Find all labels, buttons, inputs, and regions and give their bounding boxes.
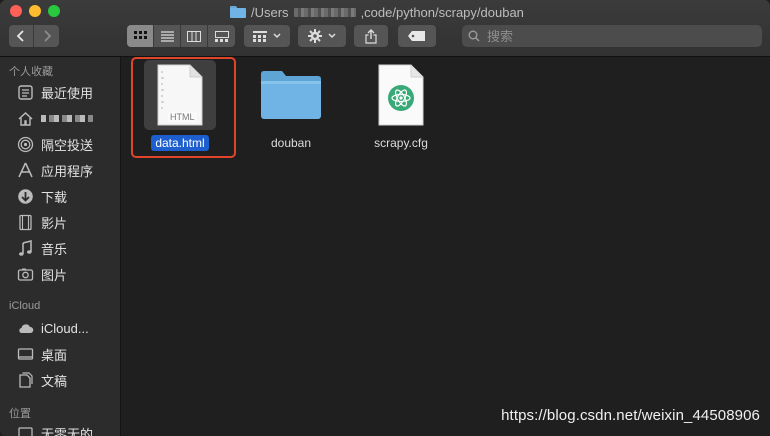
file-thumbnail (255, 60, 327, 130)
sidebar-item-music[interactable]: 音乐 (16, 238, 120, 258)
sidebar-item-desktop[interactable]: 桌面 (16, 344, 120, 364)
sidebar-item-network[interactable]: 无零无的 (16, 423, 120, 436)
sidebar-item-documents[interactable]: 文稿 (16, 370, 120, 390)
list-view-button[interactable] (154, 25, 181, 47)
atom-file-icon (378, 64, 424, 126)
documents-icon (16, 371, 34, 389)
icloud-header: iCloud (9, 300, 41, 312)
pictures-icon (16, 265, 34, 283)
tags-button[interactable] (398, 25, 436, 47)
grid-icon (133, 30, 147, 39)
toolbar: /Users ,code/python/scrapy/douban (0, 0, 770, 57)
file-name: douban (270, 136, 312, 150)
icon-view-button[interactable] (127, 25, 154, 47)
file-item-douban[interactable]: douban (246, 60, 336, 151)
view-mode-control (127, 25, 235, 47)
sidebar-item-label: 音乐 (41, 241, 68, 257)
share-button[interactable] (354, 25, 388, 47)
favorites-header: 个人收藏 (9, 66, 53, 78)
sidebar-item-icloud-drive[interactable]: iCloud... (16, 318, 120, 338)
file-type-badge: HTML (168, 112, 197, 122)
minimize-button[interactable] (29, 5, 41, 17)
folder-icon (230, 6, 246, 18)
sidebar-item-downloads[interactable]: 下载 (16, 186, 120, 206)
applications-icon (16, 161, 34, 179)
sidebar-item-home[interactable] (16, 108, 120, 128)
forward-button[interactable] (34, 25, 59, 47)
title-suffix: ,code/python/scrapy/douban (360, 4, 524, 20)
locations-header: 位置 (9, 408, 31, 420)
group-by-button[interactable] (244, 25, 290, 47)
file-item-data-html[interactable]: data.html (135, 60, 225, 151)
file-browser: data.html douban scrapy.cfg (121, 57, 770, 436)
window-title: /Users ,code/python/scrapy/douban (230, 3, 524, 21)
zoom-button[interactable] (48, 5, 60, 17)
tag-icon (408, 31, 425, 41)
columns-icon (187, 30, 201, 42)
file-thumbnail (365, 60, 437, 130)
sidebar-item-label: 无零无的 (41, 426, 94, 436)
sidebar-item-label: 隔空投送 (41, 137, 94, 153)
gallery-icon (214, 30, 229, 42)
sidebar-item-airdrop[interactable]: 隔空投送 (16, 134, 120, 154)
sidebar-item-label: 下载 (41, 189, 68, 205)
music-icon (16, 239, 34, 257)
action-button[interactable] (298, 25, 346, 47)
title-prefix: /Users (251, 4, 289, 20)
sidebar-item-label: iCloud... (41, 320, 89, 336)
chevron-down-icon (273, 33, 281, 39)
finder-window: /Users ,code/python/scrapy/douban 搜索 个人收… (0, 0, 770, 436)
file-item-scrapy-cfg[interactable]: scrapy.cfg (356, 60, 446, 151)
airdrop-icon (16, 135, 34, 153)
chevron-down-icon (328, 33, 336, 39)
sidebar-item-recents[interactable]: 最近使用 (16, 82, 120, 102)
chevron-left-icon (16, 30, 24, 42)
sidebar: 个人收藏 最近使用 隔空投送 应用程序 下载 影片 音乐 图片 iCloud i… (0, 57, 121, 436)
column-view-button[interactable] (181, 25, 208, 47)
search-icon (468, 30, 480, 42)
sidebar-item-label: 最近使用 (41, 85, 94, 101)
sidebar-item-applications[interactable]: 应用程序 (16, 160, 120, 180)
sidebar-item-label: 图片 (41, 267, 68, 283)
sidebar-item-label: 桌面 (41, 347, 68, 363)
group-grid-icon (253, 30, 267, 42)
navigation-buttons (9, 25, 59, 47)
close-button[interactable] (10, 5, 22, 17)
watermark: https://blog.csdn.net/weixin_44508906 (501, 407, 760, 424)
back-button[interactable] (9, 25, 34, 47)
desktop-icon (16, 345, 34, 363)
list-icon (160, 30, 174, 42)
gallery-view-button[interactable] (208, 25, 235, 47)
share-icon (365, 28, 377, 44)
home-icon (16, 109, 34, 127)
search-field[interactable] (462, 25, 762, 47)
sidebar-item-pictures[interactable]: 图片 (16, 264, 120, 284)
recents-icon (16, 83, 34, 101)
downloads-icon (16, 187, 34, 205)
sidebar-item-label: 应用程序 (41, 163, 94, 179)
file-name: scrapy.cfg (374, 136, 428, 150)
sidebar-item-movies[interactable]: 影片 (16, 212, 120, 232)
network-icon (16, 424, 34, 436)
chevron-right-icon (43, 30, 51, 42)
redacted-username (293, 7, 356, 17)
gear-icon (308, 29, 322, 43)
folder-icon (261, 71, 321, 119)
file-name: data.html (151, 135, 209, 151)
redacted-home-label (41, 114, 93, 122)
icloud-drive-icon (16, 319, 34, 337)
movies-icon (16, 213, 34, 231)
sidebar-item-label: 文稿 (41, 373, 68, 389)
search-input[interactable] (485, 27, 739, 45)
sidebar-item-label: 影片 (41, 215, 68, 231)
